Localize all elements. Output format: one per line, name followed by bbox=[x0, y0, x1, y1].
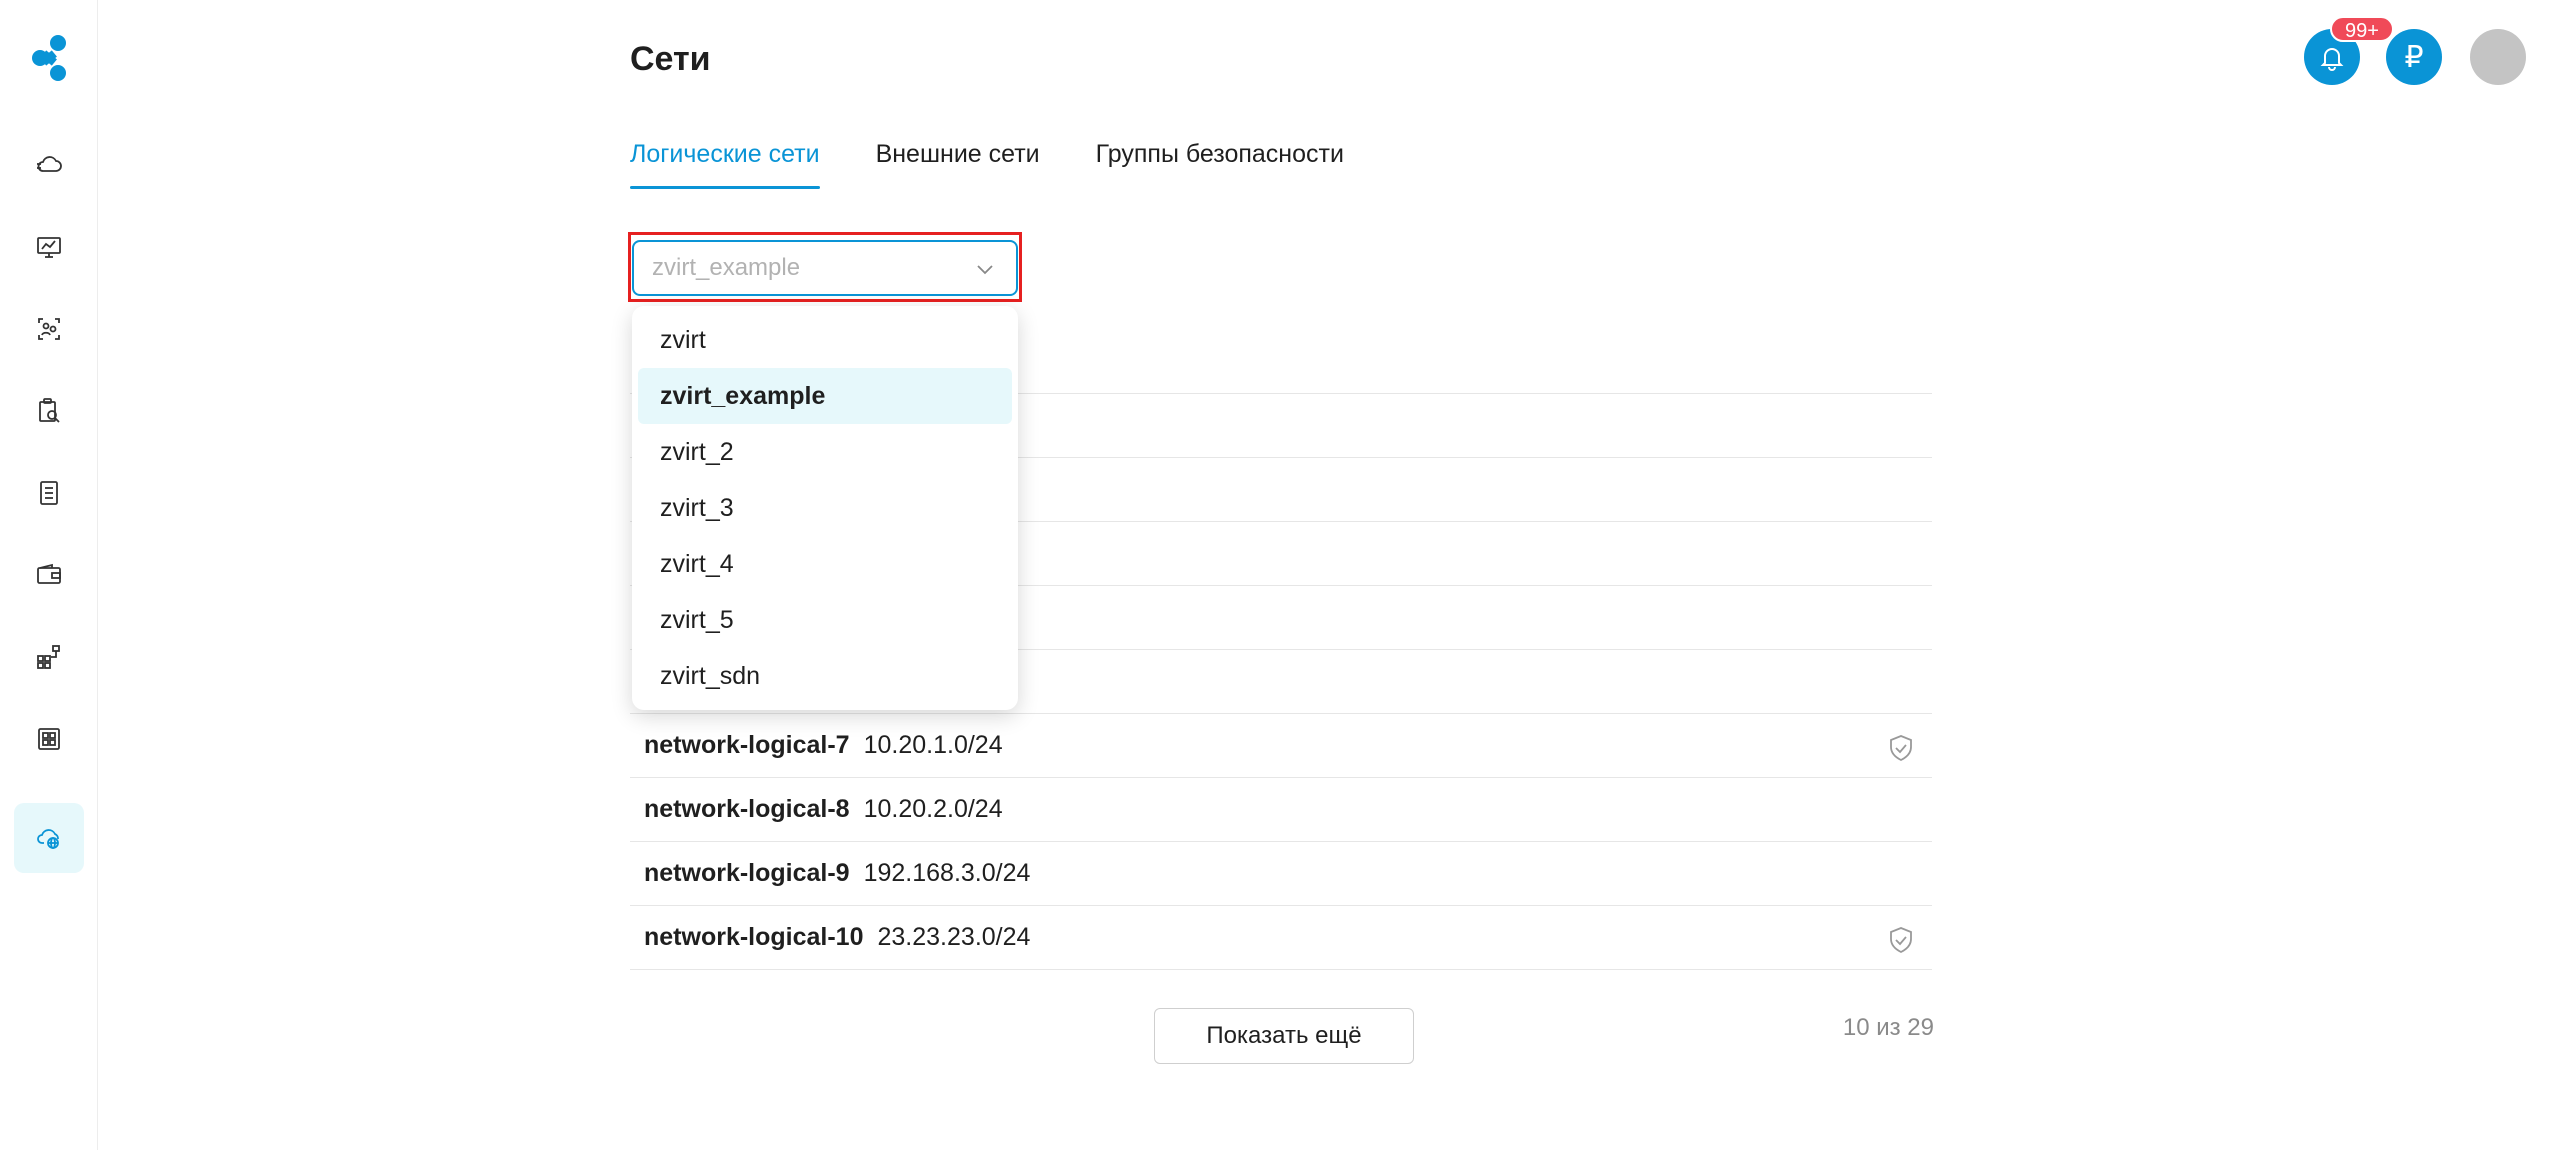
network-cidr: 192.168.3.0/24 bbox=[863, 859, 1031, 887]
dropdown-option[interactable]: zvirt_4 bbox=[638, 536, 1012, 592]
network-cidr: 10.20.2.0/24 bbox=[863, 795, 1003, 823]
wallet-icon bbox=[37, 563, 61, 584]
nav-clipboard[interactable] bbox=[14, 376, 84, 446]
table-row[interactable]: network-logical-7 10.20.1.0/24 bbox=[630, 714, 1932, 778]
balance-button[interactable]: ₽ bbox=[2386, 29, 2442, 85]
shield-check-icon bbox=[1890, 927, 1912, 954]
nav-topology[interactable] bbox=[14, 622, 84, 692]
dropdown-option[interactable]: zvirt_2 bbox=[638, 424, 1012, 480]
chevron-down-icon bbox=[977, 265, 993, 275]
dropdown-option[interactable]: zvirt_sdn bbox=[638, 648, 1012, 704]
dropdown-option[interactable]: zvirt_3 bbox=[638, 480, 1012, 536]
page-title: Сети bbox=[630, 40, 711, 78]
network-cidr: 23.23.23.0/24 bbox=[877, 923, 1031, 951]
avatar[interactable] bbox=[2470, 29, 2526, 85]
select-dropdown: zvirt zvirt_example zvirt_2 zvirt_3 zvir… bbox=[632, 306, 1018, 710]
network-name: network-logical-10 bbox=[644, 923, 864, 951]
cluster-select[interactable]: zvirt_example bbox=[632, 240, 1018, 296]
network-name: network-logical-9 bbox=[644, 859, 850, 887]
network-topology-icon bbox=[37, 645, 60, 669]
nav-cloud-servers[interactable] bbox=[14, 130, 84, 200]
notifications-badge: 99+ bbox=[2330, 16, 2394, 42]
bell-icon bbox=[2320, 48, 2344, 71]
grid-dashboard-icon bbox=[38, 728, 60, 750]
sidebar bbox=[0, 0, 98, 1150]
nav-networks[interactable] bbox=[14, 803, 84, 873]
cloud-globe-icon bbox=[37, 829, 59, 849]
dropdown-option[interactable]: zvirt bbox=[638, 312, 1012, 368]
tab-security-groups[interactable]: Группы безопасности bbox=[1096, 140, 1344, 187]
nav-users[interactable] bbox=[14, 294, 84, 364]
select-placeholder: zvirt_example bbox=[652, 254, 801, 281]
molecule-logo-icon[interactable] bbox=[28, 34, 72, 82]
clipboard-search-icon bbox=[39, 398, 60, 423]
table-row[interactable]: network-logical-8 10.20.2.0/24 bbox=[630, 778, 1932, 842]
nav-documents[interactable] bbox=[14, 458, 84, 528]
shield-check-icon bbox=[1890, 735, 1912, 762]
nav-monitor[interactable] bbox=[14, 212, 84, 282]
dropdown-option[interactable]: zvirt_example bbox=[638, 368, 1012, 424]
network-name: network-logical-7 bbox=[644, 731, 850, 759]
tabs: Логические сети Внешние сети Группы безо… bbox=[630, 140, 1344, 189]
ruble-icon: ₽ bbox=[2404, 40, 2424, 74]
table-row[interactable]: network-logical-10 23.23.23.0/24 bbox=[630, 906, 1932, 970]
nav-wallet[interactable] bbox=[14, 540, 84, 610]
pagination-counter: 10 из 29 bbox=[1842, 1014, 1934, 1041]
show-more-button[interactable]: Показать ещё bbox=[1154, 1008, 1414, 1064]
monitor-dashboard-icon bbox=[37, 237, 61, 258]
tab-logical-networks[interactable]: Логические сети bbox=[630, 140, 820, 189]
document-list-icon bbox=[40, 481, 58, 505]
nav-grid[interactable] bbox=[14, 704, 84, 774]
table-row[interactable]: network-logical-9 192.168.3.0/24 bbox=[630, 842, 1932, 906]
network-name: network-logical-8 bbox=[644, 795, 850, 823]
cloud-servers-icon bbox=[37, 156, 62, 172]
tab-external-networks[interactable]: Внешние сети bbox=[876, 140, 1040, 187]
users-frame-icon bbox=[38, 318, 60, 340]
dropdown-option[interactable]: zvirt_5 bbox=[638, 592, 1012, 648]
network-cidr: 10.20.1.0/24 bbox=[863, 731, 1003, 759]
